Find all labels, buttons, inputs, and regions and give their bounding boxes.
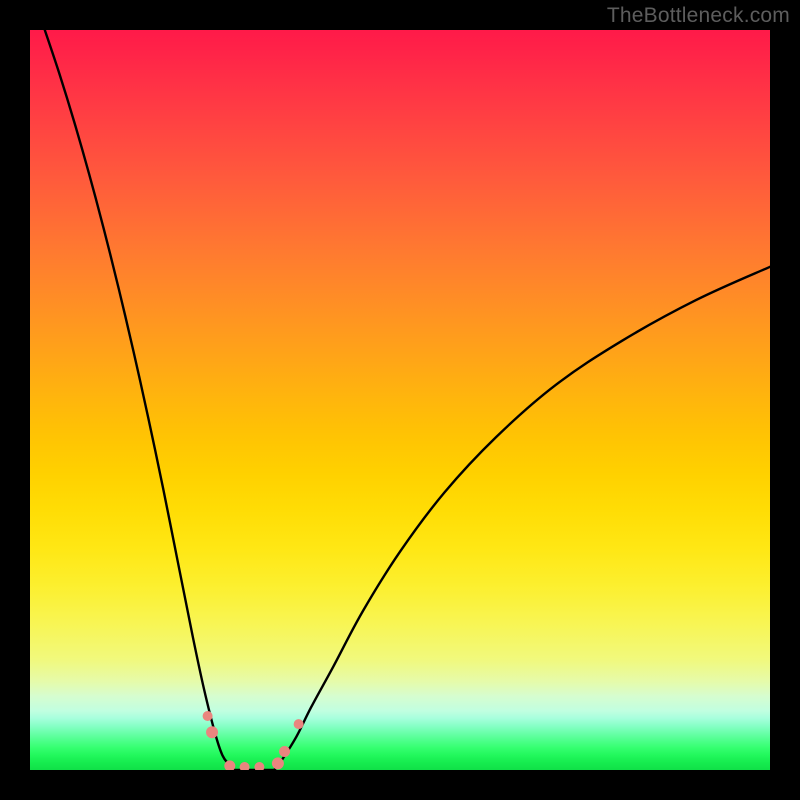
data-marker: [225, 761, 235, 770]
bottleneck-curve: [45, 30, 770, 770]
data-marker: [280, 747, 290, 757]
curve-group: [45, 30, 770, 770]
data-marker: [240, 763, 249, 770]
data-marker: [272, 758, 283, 769]
chart-svg: [30, 30, 770, 770]
plot-area: [30, 30, 770, 770]
data-marker: [255, 763, 264, 770]
watermark-text: TheBottleneck.com: [607, 4, 790, 28]
chart-frame: TheBottleneck.com: [0, 0, 800, 800]
data-marker: [207, 727, 218, 738]
data-marker: [294, 720, 303, 729]
data-marker: [203, 711, 212, 720]
